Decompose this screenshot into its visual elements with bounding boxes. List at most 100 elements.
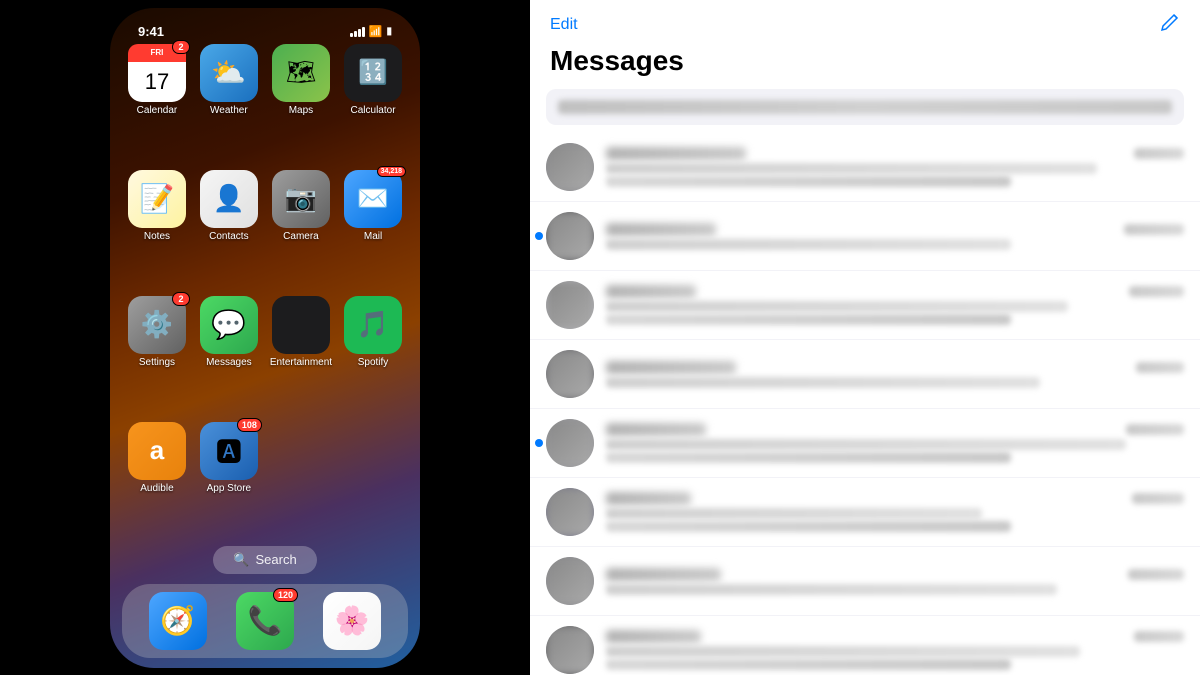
edit-button[interactable]: Edit xyxy=(550,16,578,34)
search-bar-content xyxy=(558,100,1172,114)
settings-label: Settings xyxy=(139,357,175,368)
app-weather[interactable]: ⛅ Weather xyxy=(198,44,260,160)
message-row[interactable] xyxy=(530,616,1200,675)
calculator-label: Calculator xyxy=(351,105,396,116)
app-messages[interactable]: 💬 Messages xyxy=(198,296,260,412)
message-content xyxy=(606,568,1184,595)
app-maps[interactable]: 🗺 Maps xyxy=(270,44,332,160)
message-preview-2 xyxy=(606,452,1011,463)
messages-panel: Edit Messages xyxy=(530,0,1200,675)
appstore-label: App Store xyxy=(207,483,251,494)
appstore-icon: 🅰 108 xyxy=(200,422,258,480)
spotify-icon: 🎵 xyxy=(344,296,402,354)
maps-icon: 🗺 xyxy=(272,44,330,102)
settings-badge: 2 xyxy=(172,292,190,306)
header-actions xyxy=(1160,12,1180,37)
camera-icon: 📷 xyxy=(272,170,330,228)
message-time xyxy=(1134,148,1184,159)
audible-icon: a xyxy=(128,422,186,480)
app-audible[interactable]: a Audible xyxy=(126,422,188,538)
avatar xyxy=(546,626,594,674)
message-preview-2 xyxy=(606,521,1011,532)
search-area: 🔍 Search xyxy=(118,538,412,584)
signal-icon xyxy=(350,27,365,37)
contacts-label: Contacts xyxy=(209,231,248,242)
app-spotify[interactable]: 🎵 Spotify xyxy=(342,296,404,412)
message-time xyxy=(1128,569,1184,580)
app-notes[interactable]: 📝 Notes xyxy=(126,170,188,286)
message-time xyxy=(1134,631,1184,642)
app-mail[interactable]: ✉️ 34,218 Mail xyxy=(342,170,404,286)
calendar-badge: 2 xyxy=(172,40,190,54)
messages-icon: 💬 xyxy=(200,296,258,354)
settings-icon: ⚙️ 2 xyxy=(128,296,186,354)
message-row[interactable] xyxy=(530,409,1200,478)
contacts-icon: 👤 xyxy=(200,170,258,228)
phone-badge: 120 xyxy=(273,588,298,602)
messages-title: Messages xyxy=(530,45,1200,85)
message-time xyxy=(1136,362,1184,373)
maps-label: Maps xyxy=(289,105,313,116)
messages-label: Messages xyxy=(206,357,252,368)
avatar xyxy=(546,281,594,329)
dock-photos[interactable]: 🌸 xyxy=(323,592,381,650)
compose-button[interactable] xyxy=(1160,12,1180,37)
audible-label: Audible xyxy=(140,483,173,494)
app-entertainment[interactable]: Entertainment xyxy=(270,296,332,412)
app-settings[interactable]: ⚙️ 2 Settings xyxy=(126,296,188,412)
avatar xyxy=(546,419,594,467)
contact-name xyxy=(606,147,746,160)
app-contacts[interactable]: 👤 Contacts xyxy=(198,170,260,286)
contact-name xyxy=(606,361,736,374)
message-time xyxy=(1124,224,1184,235)
wifi-icon: 📶 xyxy=(369,25,383,38)
message-time xyxy=(1132,493,1184,504)
status-icons: 📶 ▮ xyxy=(350,25,392,38)
mail-badge: 34,218 xyxy=(377,166,406,177)
message-row[interactable] xyxy=(530,202,1200,271)
avatar xyxy=(546,212,594,260)
notes-label: Notes xyxy=(144,231,170,242)
dock-phone[interactable]: 📞 120 xyxy=(236,592,294,650)
messages-header: Edit xyxy=(530,0,1200,45)
message-preview-2 xyxy=(606,659,1011,670)
message-row[interactable] xyxy=(530,271,1200,340)
mail-icon: ✉️ 34,218 xyxy=(344,170,402,228)
message-preview xyxy=(606,239,1011,250)
battery-icon: ▮ xyxy=(386,26,392,37)
status-time: 9:41 xyxy=(138,24,164,39)
contact-name xyxy=(606,285,696,298)
entertainment-label: Entertainment xyxy=(270,357,332,368)
status-bar: 9:41 📶 ▮ xyxy=(118,20,412,40)
app-grid: FRI 17 2 Calendar ⛅ Weather 🗺 Maps xyxy=(118,44,412,538)
message-list xyxy=(530,133,1200,675)
message-preview xyxy=(606,377,1040,388)
message-row[interactable] xyxy=(530,340,1200,409)
message-content xyxy=(606,492,1184,532)
message-row[interactable] xyxy=(530,547,1200,616)
messages-search-bar[interactable] xyxy=(546,89,1184,125)
avatar xyxy=(546,350,594,398)
app-appstore[interactable]: 🅰 108 App Store xyxy=(198,422,260,538)
app-calendar[interactable]: FRI 17 2 Calendar xyxy=(126,44,188,160)
spotify-label: Spotify xyxy=(358,357,389,368)
message-preview-2 xyxy=(606,176,1011,187)
dock-safari[interactable]: 🧭 xyxy=(149,592,207,650)
message-content xyxy=(606,423,1184,463)
iphone-container: 9:41 📶 ▮ FRI 17 2 Ca xyxy=(0,0,530,675)
avatar xyxy=(546,557,594,605)
entertainment-icon xyxy=(272,296,330,354)
contact-name xyxy=(606,223,716,236)
app-calculator[interactable]: 🔢 Calculator xyxy=(342,44,404,160)
message-time xyxy=(1126,424,1184,435)
message-row[interactable] xyxy=(530,478,1200,547)
compose-icon xyxy=(1160,12,1180,32)
message-row[interactable] xyxy=(530,133,1200,202)
search-pill[interactable]: 🔍 Search xyxy=(213,546,316,574)
message-time xyxy=(1129,286,1184,297)
app-camera[interactable]: 📷 Camera xyxy=(270,170,332,286)
iphone-screen: 9:41 📶 ▮ FRI 17 2 Ca xyxy=(110,8,420,668)
message-content xyxy=(606,223,1184,250)
contact-name xyxy=(606,492,691,505)
weather-icon: ⛅ xyxy=(200,44,258,102)
